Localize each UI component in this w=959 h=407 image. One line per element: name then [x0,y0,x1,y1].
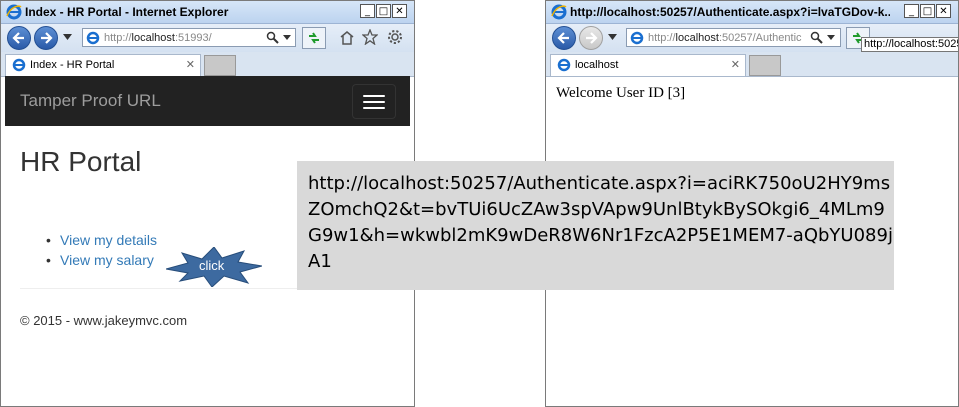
history-dropdown-icon[interactable] [608,34,617,40]
hamburger-icon-bar [363,101,385,103]
click-label: click [199,258,225,273]
site-brand[interactable]: Tamper Proof URL [20,91,161,111]
ie-logo-icon [551,4,567,20]
maximize-button[interactable]: □ [376,4,391,18]
footer-text: © 2015 - www.jakeymvc.com [20,313,188,328]
search-icon[interactable] [810,31,823,44]
back-button[interactable] [552,26,576,50]
tab-close-icon[interactable]: ✕ [731,58,740,71]
address-bar[interactable]: http://localhost:51993/ [82,28,296,47]
url-tooltip: http://localhost:50257/Authenticate.aspx [861,37,959,52]
tab-active[interactable]: Index - HR Portal ✕ [5,54,201,76]
welcome-message: Welcome User ID [3] [556,85,686,101]
tab-label: localhost [575,59,619,71]
forward-button[interactable] [579,26,603,50]
close-window-button[interactable]: ✕ [936,4,951,18]
window-title: Index - HR Portal - Internet Explorer [25,5,229,19]
tab-bar: Index - HR Portal ✕ [1,52,414,77]
browser-toolbar: http://localhost:51993/ [1,24,414,52]
title-bar: Index - HR Portal - Internet Explorer _ … [1,1,414,24]
link-view-salary[interactable]: View my salary [46,250,157,270]
tab-bar: localhost ✕ [546,52,958,77]
hamburger-icon-bar [363,107,385,109]
window-title: http://localhost:50257/Authenticate.aspx… [570,5,890,19]
tab-favicon-icon [557,58,571,72]
tab-favicon-icon [12,58,26,72]
maximize-button[interactable]: □ [920,4,935,18]
link-view-details[interactable]: View my details [46,230,157,250]
back-button[interactable] [7,26,31,50]
address-bar[interactable]: http://localhost:50257/Authentic [626,28,841,47]
tab-label: Index - HR Portal [30,59,115,71]
tab-active[interactable]: localhost ✕ [550,54,746,76]
forward-arrow-icon [41,32,53,44]
site-navbar: Tamper Proof URL [5,76,410,126]
minimize-button[interactable]: _ [360,4,375,18]
page-icon [630,31,644,45]
address-text: http://localhost:50257/Authentic [648,32,802,44]
address-text: http://localhost:51993/ [104,32,212,44]
address-dropdown-icon[interactable] [827,35,835,40]
refresh-button[interactable] [302,27,326,49]
title-bar: http://localhost:50257/Authenticate.aspx… [546,1,958,24]
menu-toggle-button[interactable] [352,84,396,119]
page-icon [86,31,100,45]
favorites-star-icon[interactable] [362,29,378,45]
new-tab-button[interactable] [204,55,236,76]
forward-arrow-icon [586,32,598,44]
back-arrow-icon [557,32,569,44]
address-dropdown-icon[interactable] [283,35,291,40]
tools-gear-icon[interactable] [387,29,403,45]
minimize-button[interactable]: _ [904,4,919,18]
page-title: HR Portal [20,146,142,177]
hamburger-icon-bar [363,95,385,97]
back-arrow-icon [12,32,24,44]
link-list: View my details View my salary [46,230,157,270]
ie-logo-icon [6,4,22,20]
home-icon[interactable] [339,30,355,45]
history-dropdown-icon[interactable] [63,34,72,40]
url-callout: http://localhost:50257/Authenticate.aspx… [297,161,894,290]
new-tab-button[interactable] [749,55,781,76]
close-window-button[interactable]: ✕ [392,4,407,18]
refresh-icon [309,32,319,44]
search-icon[interactable] [266,31,279,44]
forward-button[interactable] [34,26,58,50]
tab-close-icon[interactable]: ✕ [186,58,195,71]
